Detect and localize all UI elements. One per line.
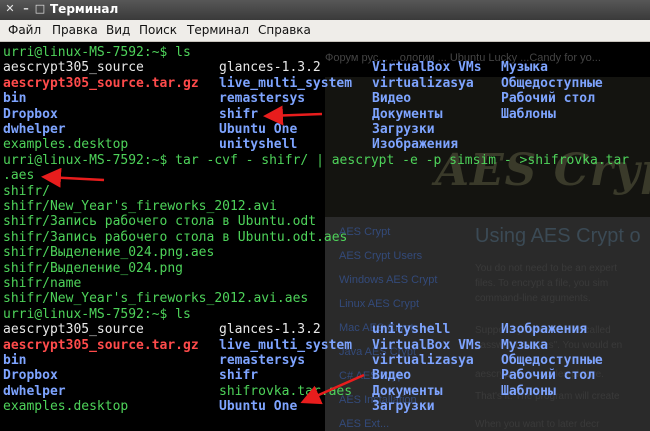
menu-view[interactable]: Вид [106, 23, 130, 37]
arrow-to-shifrovka [300, 373, 365, 405]
maximize-icon[interactable]: □ [34, 3, 46, 15]
close-icon[interactable]: ✕ [4, 3, 16, 15]
menu-file[interactable]: Файл [8, 23, 41, 37]
terminal-area[interactable]: Форум рус... ...ологии ... Ubuntu Lucky … [0, 42, 650, 431]
window-title: Терминал [50, 2, 119, 16]
menu-bar: Файл Правка Вид Поиск Терминал Справка [0, 20, 650, 42]
menu-search[interactable]: Поиск [139, 23, 177, 37]
menu-edit[interactable]: Правка [52, 23, 98, 37]
menu-terminal[interactable]: Терминал [187, 23, 249, 37]
arrow-to-aes [41, 167, 105, 188]
menu-help[interactable]: Справка [258, 23, 311, 37]
arrow-to-shifr [263, 105, 323, 126]
annotation-arrows [41, 105, 365, 405]
minimize-icon[interactable]: – [20, 3, 32, 15]
window-titlebar: ✕ – □ Терминал [0, 0, 650, 20]
